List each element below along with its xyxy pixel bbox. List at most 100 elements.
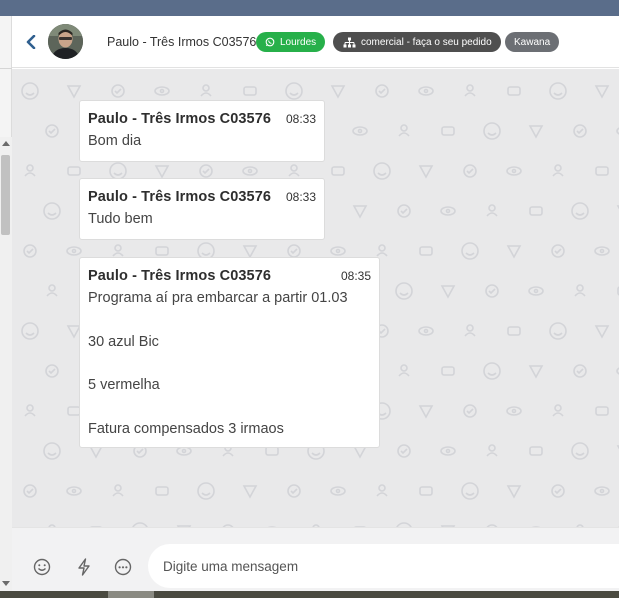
pattern-doodle-icon bbox=[574, 284, 586, 297]
divider bbox=[0, 68, 12, 69]
message-text: Programa aí pra embarcar a partir 01.03 … bbox=[88, 290, 348, 437]
pattern-doodle-icon bbox=[352, 126, 368, 136]
pattern-doodle-icon bbox=[506, 485, 522, 499]
pattern-doodle-icon bbox=[441, 126, 455, 136]
pattern-doodle-icon bbox=[464, 84, 476, 97]
pattern-doodle-icon bbox=[595, 406, 609, 416]
chat-header: Paulo - Três Irmos C03576 Lourdes comerc… bbox=[12, 16, 619, 68]
pattern-doodle-icon bbox=[483, 122, 501, 140]
pattern-doodle-icon bbox=[66, 85, 82, 99]
pattern-doodle-icon bbox=[418, 86, 434, 96]
pattern-doodle-icon bbox=[571, 202, 589, 220]
pattern-doodle-icon bbox=[485, 284, 499, 298]
emoji-button[interactable] bbox=[32, 557, 52, 577]
pattern-doodle-icon bbox=[45, 364, 59, 378]
message-text: Bom dia bbox=[88, 133, 142, 149]
pattern-doodle-icon bbox=[461, 242, 479, 260]
avatar[interactable] bbox=[48, 24, 83, 59]
taskbar-segment bbox=[108, 591, 154, 598]
chevron-left-icon bbox=[26, 35, 36, 49]
tag-department[interactable]: comercial - faça o seu pedido bbox=[333, 32, 501, 52]
pattern-doodle-icon bbox=[45, 124, 59, 138]
emoji-icon bbox=[33, 558, 51, 576]
contact-name: Paulo - Três Irmos C03576 bbox=[107, 35, 257, 49]
pattern-doodle-icon bbox=[528, 286, 544, 296]
pattern-doodle-icon bbox=[461, 482, 479, 500]
pattern-doodle-icon bbox=[43, 442, 61, 460]
pattern-doodle-icon bbox=[112, 484, 124, 497]
pattern-doodle-icon bbox=[154, 86, 170, 96]
pattern-doodle-icon bbox=[418, 165, 434, 179]
message-time: 08:33 bbox=[285, 190, 316, 204]
avatar-photo bbox=[48, 24, 83, 59]
quick-replies-button[interactable] bbox=[74, 557, 94, 577]
pattern-doodle-icon bbox=[376, 484, 388, 497]
tag-lourdes[interactable]: Lourdes bbox=[256, 32, 326, 52]
pattern-doodle-icon bbox=[109, 162, 127, 180]
message-text: Tudo bem bbox=[88, 211, 153, 227]
pattern-doodle-icon bbox=[594, 85, 610, 99]
pattern-doodle-icon bbox=[486, 444, 498, 457]
pattern-doodle-icon bbox=[285, 82, 303, 100]
pattern-doodle-icon bbox=[288, 164, 300, 177]
pattern-doodle-icon bbox=[463, 164, 477, 178]
more-options-button[interactable] bbox=[113, 557, 133, 577]
pattern-doodle-icon bbox=[440, 206, 456, 216]
message-input[interactable] bbox=[148, 544, 619, 588]
pattern-doodle-icon bbox=[552, 164, 564, 177]
pattern-doodle-icon bbox=[287, 484, 301, 498]
pattern-doodle-icon bbox=[155, 246, 169, 256]
tag-label: Kawana bbox=[514, 36, 551, 48]
message-bubble[interactable]: Paulo - Três Irmos C03576 08:35 Programa… bbox=[79, 257, 380, 448]
pattern-doodle-icon bbox=[549, 322, 567, 340]
pattern-doodle-icon bbox=[330, 246, 346, 256]
pattern-doodle-icon bbox=[571, 442, 589, 460]
message-author: Paulo - Três Irmos C03576 bbox=[88, 268, 272, 284]
pattern-doodle-icon bbox=[331, 166, 345, 176]
pattern-doodle-icon bbox=[551, 244, 565, 258]
scroll-up-arrow-icon[interactable] bbox=[2, 141, 10, 146]
pattern-doodle-icon bbox=[397, 204, 411, 218]
pattern-doodle-icon bbox=[549, 82, 567, 100]
pattern-doodle-icon bbox=[330, 85, 346, 99]
pattern-doodle-icon bbox=[463, 404, 477, 418]
pattern-doodle-icon bbox=[573, 364, 587, 378]
pattern-doodle-icon bbox=[375, 84, 389, 98]
pattern-doodle-icon bbox=[265, 446, 279, 456]
scrollbar-thumb[interactable] bbox=[1, 155, 10, 235]
pattern-doodle-icon bbox=[21, 322, 39, 340]
pattern-doodle-icon bbox=[242, 245, 258, 259]
pattern-doodle-icon bbox=[24, 164, 36, 177]
message-composer bbox=[12, 527, 619, 591]
tag-kawana[interactable]: Kawana bbox=[505, 32, 560, 52]
pattern-doodle-icon bbox=[243, 86, 257, 96]
pattern-doodle-icon bbox=[486, 204, 498, 217]
message-author: Paulo - Três Irmos C03576 bbox=[88, 189, 272, 205]
message-time: 08:33 bbox=[285, 112, 316, 126]
tag-label: Lourdes bbox=[280, 36, 317, 48]
pattern-doodle-icon bbox=[528, 365, 544, 379]
message-author: Paulo - Três Irmos C03576 bbox=[88, 111, 272, 127]
pattern-doodle-icon bbox=[23, 244, 37, 258]
more-dots-icon bbox=[114, 558, 132, 576]
scroll-down-arrow-icon[interactable] bbox=[2, 581, 10, 586]
pattern-doodle-icon bbox=[373, 162, 391, 180]
pattern-doodle-icon bbox=[24, 404, 36, 417]
pattern-doodle-icon bbox=[441, 366, 455, 376]
whatsapp-icon bbox=[265, 37, 275, 47]
message-bubble[interactable]: Paulo - Três Irmos C03576 08:33 Tudo bem bbox=[79, 178, 325, 240]
pattern-doodle-icon bbox=[418, 326, 434, 336]
message-bubble[interactable]: Paulo - Três Irmos C03576 08:33 Bom dia bbox=[79, 100, 325, 162]
lightning-icon bbox=[78, 558, 90, 576]
pattern-doodle-icon bbox=[199, 164, 213, 178]
pattern-doodle-icon bbox=[573, 124, 587, 138]
back-button[interactable] bbox=[24, 31, 38, 53]
pattern-doodle-icon bbox=[66, 486, 82, 496]
pattern-doodle-icon bbox=[398, 124, 410, 137]
bottom-strip bbox=[0, 591, 619, 598]
pattern-doodle-icon bbox=[594, 246, 610, 256]
pattern-doodle-icon bbox=[154, 165, 170, 179]
pattern-doodle-icon bbox=[528, 125, 544, 139]
pattern-doodle-icon bbox=[529, 446, 543, 456]
scrollbar[interactable] bbox=[0, 137, 12, 591]
